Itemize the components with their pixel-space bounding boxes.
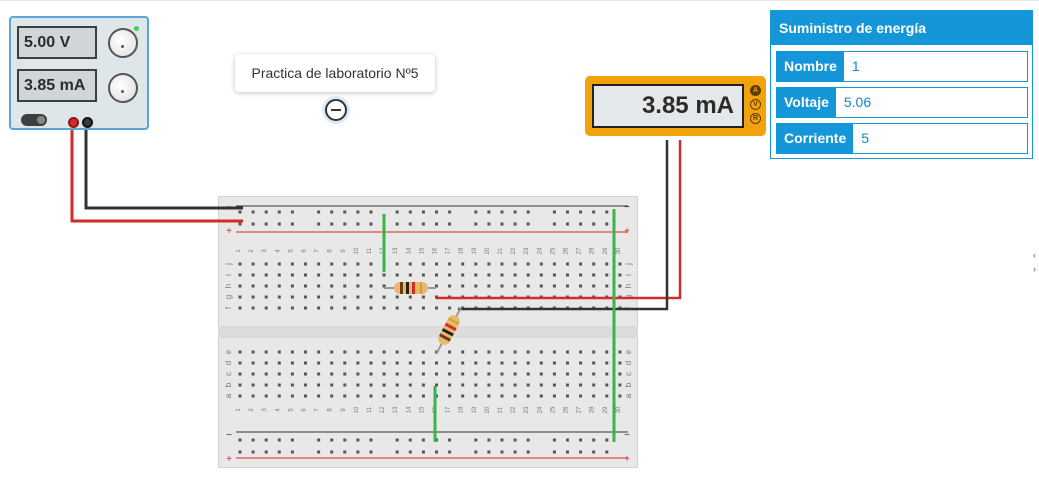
voltage-display: 5.00 V bbox=[17, 26, 97, 59]
note-collapse-icon[interactable] bbox=[325, 99, 347, 121]
mode-ohmmeter-button[interactable]: R bbox=[750, 113, 761, 124]
power-switch[interactable] bbox=[21, 114, 47, 126]
positive-terminal[interactable] bbox=[68, 117, 79, 128]
field-current[interactable]: Corriente 5 bbox=[776, 123, 1028, 154]
mode-voltmeter-button[interactable]: V bbox=[750, 99, 761, 110]
field-voltage[interactable]: Voltaje 5.06 bbox=[776, 87, 1028, 118]
mode-ammeter-button[interactable]: A bbox=[750, 85, 761, 96]
multimeter-display: 3.85 mA bbox=[592, 84, 744, 128]
multimeter[interactable]: 3.85 mA A V R bbox=[585, 76, 766, 136]
resistor-1[interactable] bbox=[384, 282, 436, 294]
field-name-input[interactable]: 1 bbox=[844, 52, 1027, 81]
field-current-input[interactable]: 5 bbox=[853, 124, 1027, 153]
wire-supply-red[interactable] bbox=[70, 121, 243, 223]
scroll-arrows-icon[interactable]: ‹ › bbox=[1030, 248, 1039, 292]
resistor-2[interactable] bbox=[431, 304, 466, 356]
field-voltage-label: Voltaje bbox=[777, 88, 836, 117]
power-supply[interactable]: 5.00 V 3.85 mA bbox=[9, 16, 149, 130]
cv-led-icon bbox=[134, 26, 139, 31]
wire-meter-red[interactable] bbox=[436, 140, 682, 300]
field-voltage-input[interactable]: 5.06 bbox=[836, 88, 1027, 117]
annotation-note[interactable]: Practica de laboratorio Nº5 bbox=[235, 54, 435, 92]
wire-supply-black[interactable] bbox=[84, 121, 243, 210]
current-knob[interactable] bbox=[108, 73, 138, 103]
negative-terminal[interactable] bbox=[82, 117, 93, 128]
field-name[interactable]: Nombre 1 bbox=[776, 51, 1028, 82]
wire-meter-black[interactable] bbox=[458, 140, 669, 311]
current-display: 3.85 mA bbox=[17, 69, 97, 102]
field-name-label: Nombre bbox=[777, 52, 844, 81]
inspector-title: Suministro de energía bbox=[771, 11, 1032, 45]
field-current-label: Corriente bbox=[777, 124, 854, 153]
inspector-panel: Suministro de energía Nombre 1 Voltaje 5… bbox=[770, 10, 1033, 159]
voltage-knob[interactable] bbox=[108, 28, 138, 58]
